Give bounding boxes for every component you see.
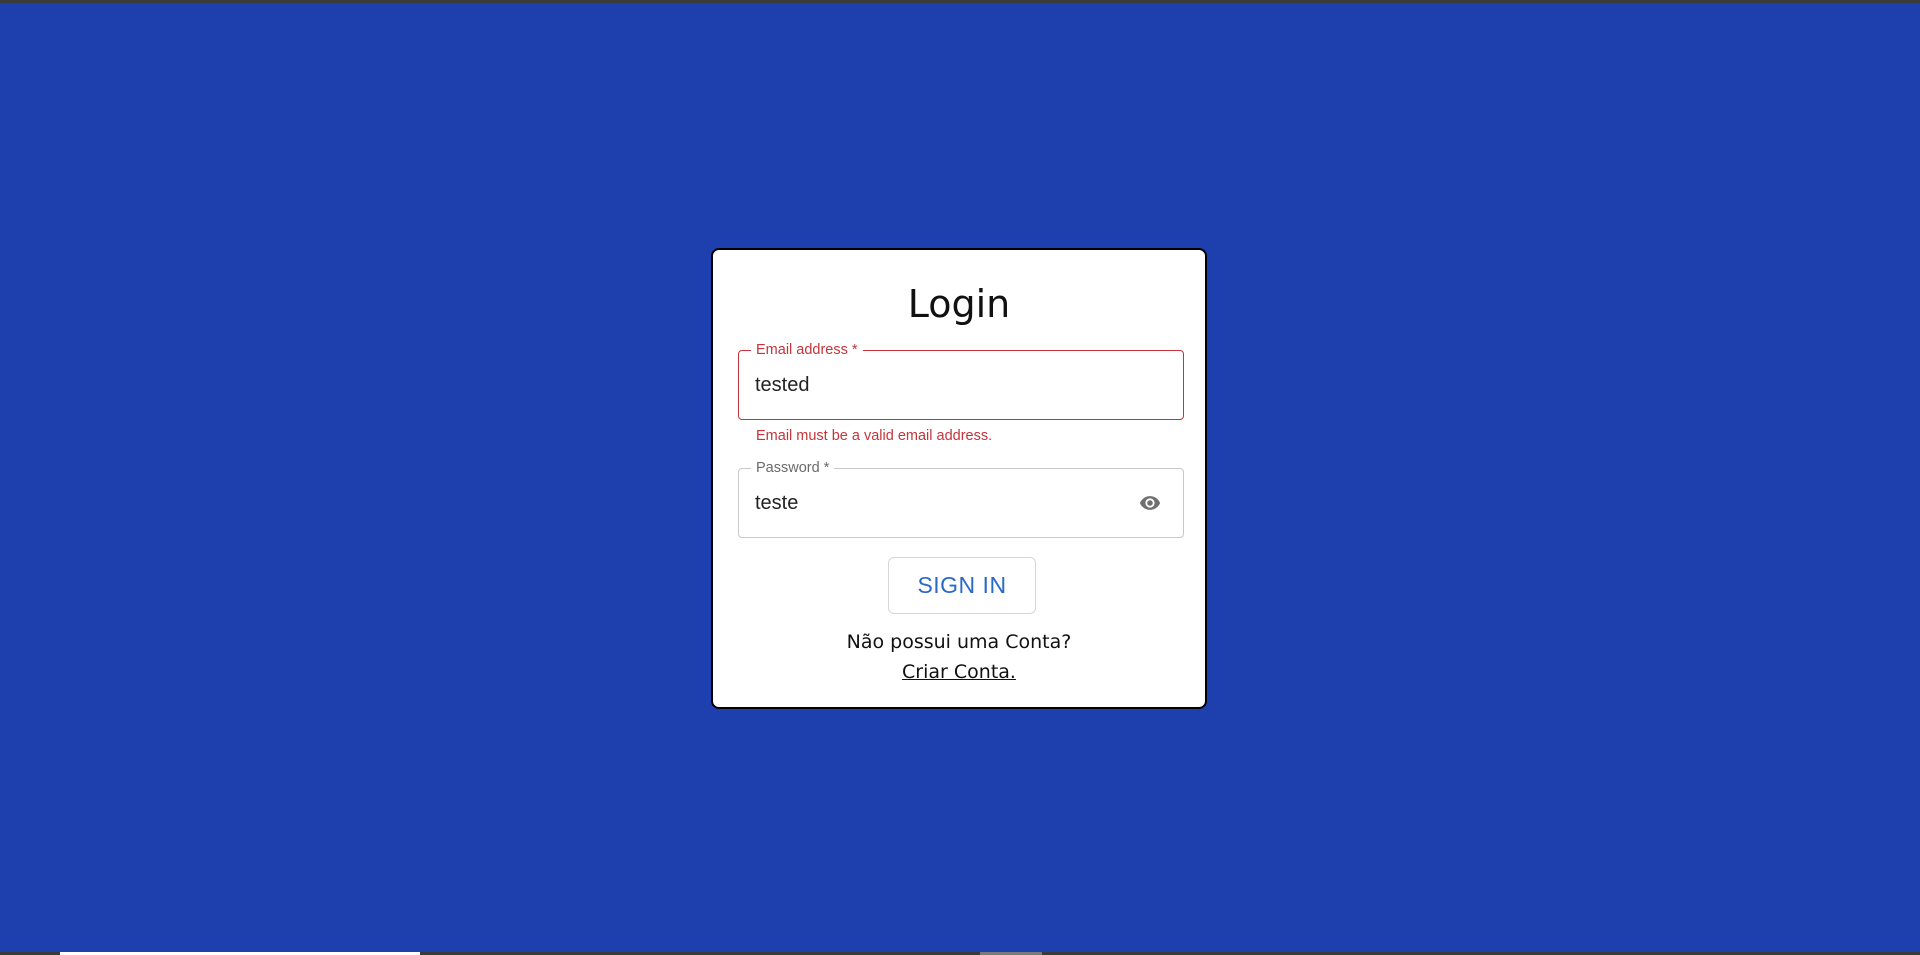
- no-account-prompt: Não possui uma Conta?: [846, 631, 1072, 653]
- sign-in-button[interactable]: SIGN IN: [888, 557, 1036, 614]
- eye-icon[interactable]: [1135, 492, 1165, 514]
- password-field[interactable]: Password *: [738, 459, 1184, 538]
- page-title: Login: [907, 282, 1011, 326]
- login-card: Login Email address * Email must be a va…: [711, 248, 1207, 709]
- create-account-link[interactable]: Criar Conta.: [902, 661, 1016, 683]
- password-input[interactable]: [755, 469, 1115, 537]
- email-error-message: Email must be a valid email address.: [756, 428, 993, 444]
- create-account-link-container: Criar Conta.: [713, 660, 1205, 684]
- email-input[interactable]: [755, 351, 1115, 419]
- email-field[interactable]: Email address *: [738, 341, 1184, 420]
- window-top-border: [0, 0, 1920, 3]
